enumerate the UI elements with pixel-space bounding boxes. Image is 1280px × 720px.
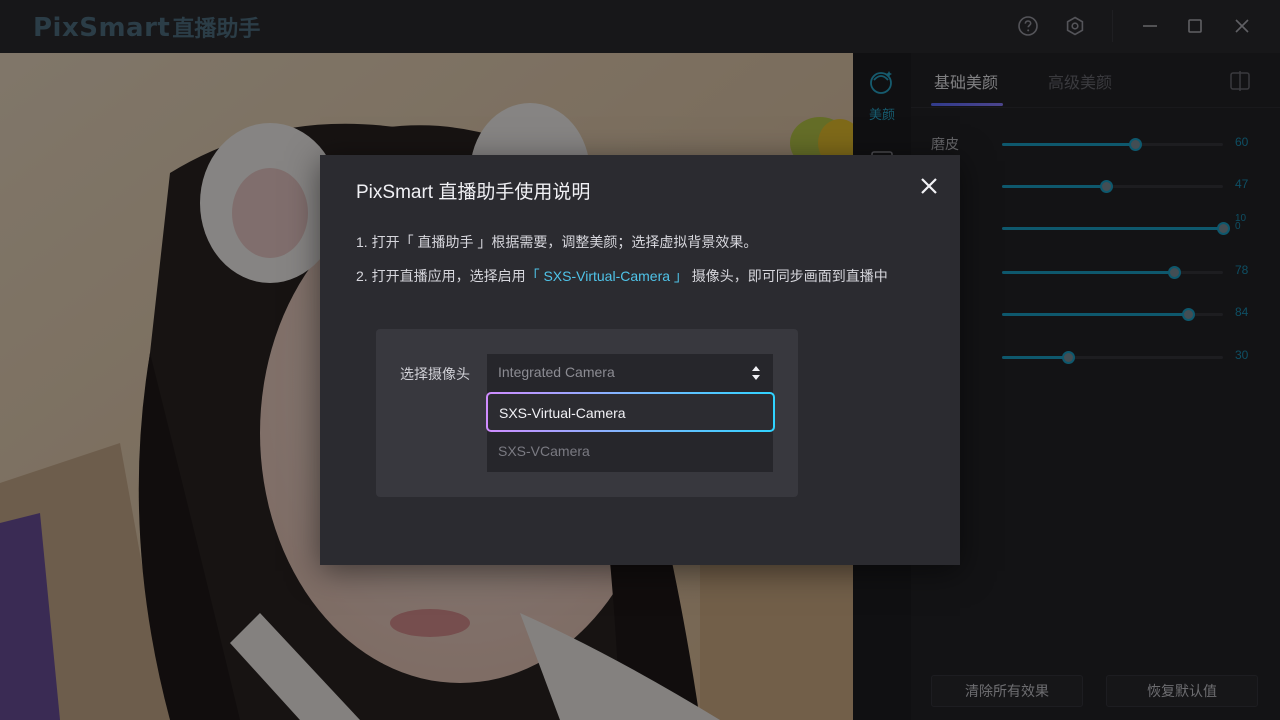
camera-option-label: SXS-Virtual-Camera xyxy=(499,405,626,421)
select-updown-icon xyxy=(752,366,760,380)
camera-select-label: 选择摄像头 xyxy=(400,366,470,382)
step-2-prefix: 2. 打开直播应用，选择启用 xyxy=(356,268,526,284)
dialog-title: PixSmart 直播助手使用说明 xyxy=(356,182,591,203)
camera-option-sxs-vcamera[interactable]: SXS-VCamera xyxy=(487,432,773,472)
virtual-camera-highlight: 「 SXS-Virtual-Camera 」 xyxy=(525,268,688,284)
usage-dialog: PixSmart 直播助手使用说明 1. 打开「 直播助手 」根据需要，调整美颜… xyxy=(320,155,960,565)
camera-dropdown: SXS-Virtual-Camera SXS-VCamera xyxy=(487,392,773,472)
instruction-step-2: 2. 打开直播应用，选择启用「 SXS-Virtual-Camera 」 摄像头… xyxy=(356,266,888,286)
camera-option-sxs-virtual-camera[interactable]: SXS-Virtual-Camera xyxy=(486,392,775,432)
dialog-close-icon[interactable] xyxy=(918,175,940,197)
camera-select-value: Integrated Camera xyxy=(498,364,615,380)
step-2-suffix: 摄像头，即可同步画面到直播中 xyxy=(687,268,888,284)
camera-option-label: SXS-VCamera xyxy=(498,443,590,459)
camera-select[interactable]: Integrated Camera xyxy=(487,354,773,392)
instruction-step-1: 1. 打开「 直播助手 」根据需要，调整美颜；选择虚拟背景效果。 xyxy=(356,234,758,250)
camera-select-box: 选择摄像头 Integrated Camera SXS-Virtual-Came… xyxy=(376,329,798,497)
